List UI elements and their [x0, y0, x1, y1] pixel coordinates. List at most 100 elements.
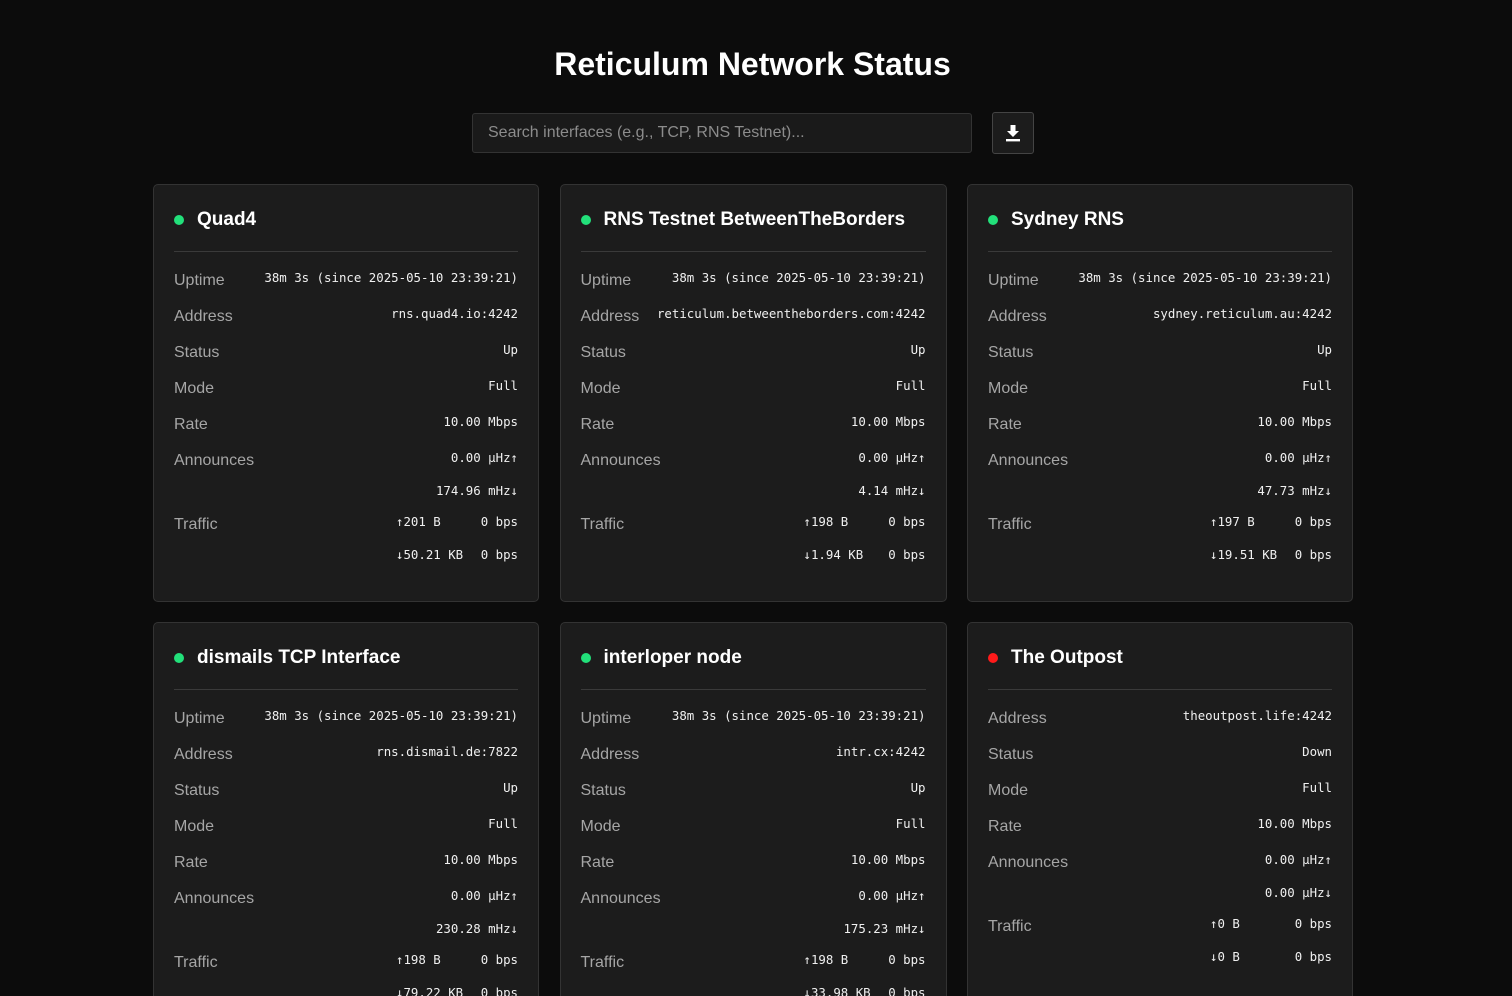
- announces-value: 0.00 µHz↑ 4.14 mHz↓: [858, 447, 925, 501]
- interface-name: The Outpost: [1011, 647, 1123, 668]
- address-label: Address: [580, 746, 640, 763]
- mode-value: Full: [488, 816, 518, 831]
- traffic-tx: ↑198 B: [396, 952, 441, 967]
- traffic-tx-rate: 0 bps: [480, 514, 518, 529]
- mode-label: Mode: [988, 782, 1029, 799]
- uptime-row: Uptime 38m 3s (since 2025-05-10 23:39:21…: [174, 705, 518, 731]
- interface-name: RNS Testnet BetweenTheBorders: [603, 209, 906, 230]
- status-label: Status: [174, 782, 220, 799]
- interface-card: Sydney RNS Uptime 38m 3s (since 2025-05-…: [967, 184, 1353, 602]
- rate-row: Rate 10.00 Mbps: [174, 849, 518, 875]
- address-label: Address: [988, 710, 1047, 727]
- uptime-label: Uptime: [988, 272, 1039, 289]
- rate-value: 10.00 Mbps: [1257, 414, 1332, 429]
- rate-row: Rate 10.00 Mbps: [581, 849, 926, 875]
- traffic-row: Traffic ↑198 B 0 bps ↓33.98 KB 0 bps: [581, 949, 926, 996]
- traffic-tx: ↑198 B: [803, 514, 849, 529]
- status-row: Status Up: [581, 777, 926, 803]
- mode-row: Mode Full: [988, 375, 1332, 401]
- mode-row: Mode Full: [581, 813, 926, 839]
- traffic-label: Traffic: [174, 954, 218, 971]
- download-button[interactable]: [992, 112, 1034, 154]
- status-dot: [174, 215, 184, 225]
- rate-value: 10.00 Mbps: [443, 852, 518, 867]
- status-dot: [988, 215, 998, 225]
- traffic-row: Traffic ↑201 B 0 bps ↓50.21 KB 0 bps: [174, 511, 518, 565]
- announces-out: 0.00 µHz↑: [450, 888, 518, 903]
- uptime-value: 38m 3s (since 2025-05-10 23:39:21): [264, 270, 518, 285]
- uptime-row: Uptime 38m 3s (since 2025-05-10 23:39:21…: [174, 267, 518, 293]
- address-row: Address theoutpost.life:4242: [988, 705, 1332, 731]
- traffic-row: Traffic ↑0 B 0 bps ↓0 B 0 bps: [988, 913, 1332, 967]
- uptime-row: Uptime 38m 3s (since 2025-05-10 23:39:21…: [988, 267, 1332, 293]
- interface-card: interloper node Uptime 38m 3s (since 202…: [559, 622, 947, 996]
- mode-row: Mode Full: [174, 813, 518, 839]
- status-dot: [174, 653, 184, 663]
- interface-grid: Quad4 Uptime 38m 3s (since 2025-05-10 23…: [153, 184, 1353, 996]
- interface-name: Quad4: [197, 209, 257, 230]
- announces-row: Announces 0.00 µHz↑ 174.96 mHz↓: [174, 447, 518, 501]
- status-row: Status Down: [988, 741, 1332, 767]
- traffic-rx-rate: 0 bps: [1294, 949, 1332, 964]
- interface-card: RNS Testnet BetweenTheBorders Uptime 38m…: [559, 184, 947, 602]
- traffic-rx-rate: 0 bps: [1294, 547, 1332, 562]
- status-dot: [580, 653, 591, 663]
- rate-row: Rate 10.00 Mbps: [174, 411, 518, 437]
- interface-name: dismails TCP Interface: [197, 647, 401, 668]
- rate-label: Rate: [580, 416, 615, 433]
- card-header: Quad4: [174, 205, 518, 252]
- rate-value: 10.00 Mbps: [850, 852, 926, 867]
- traffic-row: Traffic ↑198 B 0 bps ↓1.94 KB 0 bps: [581, 511, 926, 565]
- address-value: intr.cx:4242: [835, 744, 926, 759]
- mode-label: Mode: [988, 380, 1029, 397]
- announces-out: 0.00 µHz↑: [450, 450, 518, 465]
- interface-card: The Outpost Address theoutpost.life:4242…: [967, 622, 1353, 996]
- traffic-rx-rate: 0 bps: [480, 985, 518, 996]
- rate-label: Rate: [988, 818, 1022, 835]
- status-label: Status: [988, 746, 1034, 763]
- announces-value: 0.00 µHz↑ 174.96 mHz↓: [436, 447, 518, 501]
- status-row: Status Up: [174, 339, 518, 365]
- announces-row: Announces 0.00 µHz↑ 47.73 mHz↓: [988, 447, 1332, 501]
- rate-label: Rate: [988, 416, 1022, 433]
- address-value: rns.dismail.de:7822: [376, 744, 518, 759]
- traffic-rx-rate: 0 bps: [480, 547, 518, 562]
- traffic-label: Traffic: [988, 918, 1032, 935]
- traffic-tx-rate: 0 bps: [480, 952, 518, 967]
- uptime-label: Uptime: [580, 710, 632, 727]
- announces-value: 0.00 µHz↑ 0.00 µHz↓: [1265, 849, 1332, 903]
- announces-in: 230.28 mHz↓: [435, 921, 518, 936]
- uptime-value: 38m 3s (since 2025-05-10 23:39:21): [671, 270, 926, 285]
- address-value: rns.quad4.io:4242: [391, 306, 518, 321]
- announces-label: Announces: [988, 452, 1069, 469]
- announces-in: 174.96 mHz↓: [435, 483, 518, 498]
- traffic-label: Traffic: [580, 516, 625, 533]
- address-row: Address reticulum.betweentheborders.com:…: [581, 303, 926, 329]
- page-title: Reticulum Network Status: [554, 46, 951, 82]
- card-header: interloper node: [580, 643, 926, 690]
- mode-row: Mode Full: [988, 777, 1332, 803]
- announces-label: Announces: [174, 890, 255, 907]
- uptime-row: Uptime 38m 3s (since 2025-05-10 23:39:21…: [581, 267, 926, 293]
- status-value: Up: [910, 780, 926, 795]
- search-input[interactable]: [472, 113, 972, 153]
- rate-value: 10.00 Mbps: [850, 414, 926, 429]
- traffic-value: ↑0 B 0 bps ↓0 B 0 bps: [1210, 913, 1332, 967]
- announces-in: 47.73 mHz↓: [1257, 483, 1332, 498]
- address-label: Address: [580, 308, 640, 325]
- status-row: Status Up: [581, 339, 926, 365]
- status-value: Up: [503, 780, 518, 795]
- status-label: Status: [580, 344, 626, 361]
- announces-row: Announces 0.00 µHz↑ 0.00 µHz↓: [988, 849, 1332, 903]
- mode-row: Mode Full: [581, 375, 926, 401]
- traffic-rx-rate: 0 bps: [888, 547, 926, 562]
- announces-out: 0.00 µHz↑: [858, 450, 926, 465]
- announces-row: Announces 0.00 µHz↑ 175.23 mHz↓: [581, 885, 926, 939]
- announces-in: 175.23 mHz↓: [843, 921, 926, 936]
- status-label: Status: [988, 344, 1034, 361]
- rate-value: 10.00 Mbps: [443, 414, 518, 429]
- address-value: reticulum.betweentheborders.com:4242: [656, 306, 926, 321]
- traffic-tx: ↑0 B: [1210, 916, 1240, 931]
- traffic-value: ↑197 B 0 bps ↓19.51 KB 0 bps: [1210, 511, 1332, 565]
- mode-row: Mode Full: [174, 375, 518, 401]
